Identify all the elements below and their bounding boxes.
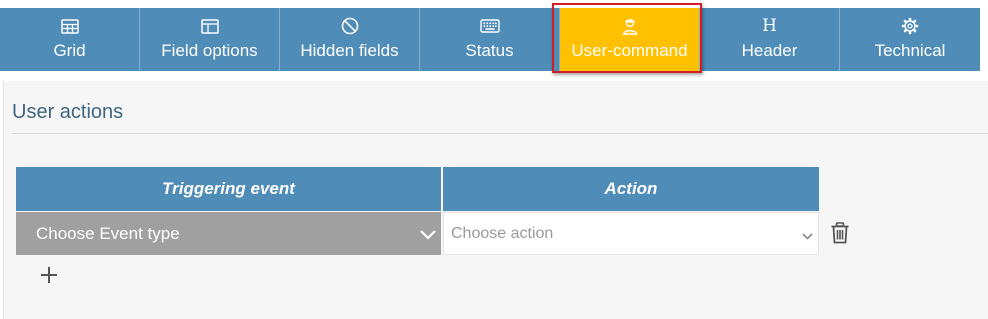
event-type-select[interactable]: Choose Event type (16, 212, 441, 255)
tab-label: Field options (161, 41, 258, 60)
plus-icon (41, 267, 57, 283)
chevron-down-icon (801, 228, 814, 246)
tab-label: Hidden fields (300, 41, 399, 60)
user-actions-panel: User actions Triggering event Action Cho… (3, 81, 988, 319)
header-icon: H (762, 16, 777, 36)
tab-bar: Grid Field options Hidden fields Status … (0, 8, 980, 71)
tab-label: Header (741, 41, 798, 60)
columns-icon (200, 17, 219, 35)
gear-icon (901, 17, 919, 35)
event-type-value: Choose Event type (36, 223, 180, 243)
action-select[interactable]: Choose action (443, 212, 819, 255)
tab-status[interactable]: Status (420, 8, 560, 71)
add-row-button[interactable] (40, 266, 58, 289)
grid-icon (60, 17, 79, 35)
tab-label: Grid (53, 41, 86, 60)
trash-icon[interactable] (830, 222, 850, 249)
user-icon (622, 17, 638, 35)
tab-technical[interactable]: Technical (840, 8, 980, 71)
tab-label: Technical (874, 41, 946, 60)
tab-label: Status (465, 41, 514, 60)
keyboard-icon (479, 17, 500, 35)
column-header-action: Action (443, 167, 819, 211)
tab-header[interactable]: H Header (700, 8, 840, 71)
block-icon (341, 17, 359, 35)
column-header-triggering-event: Triggering event (16, 167, 441, 211)
chevron-down-icon (419, 225, 437, 245)
tab-field-options[interactable]: Field options (140, 8, 280, 71)
action-placeholder: Choose action (451, 224, 554, 242)
tab-hidden-fields[interactable]: Hidden fields (280, 8, 420, 71)
section-title: User actions (12, 101, 124, 123)
divider (12, 133, 988, 134)
tab-grid[interactable]: Grid (0, 8, 140, 71)
tab-user-command[interactable]: User-command (560, 8, 700, 71)
tab-label: User-command (571, 41, 688, 60)
